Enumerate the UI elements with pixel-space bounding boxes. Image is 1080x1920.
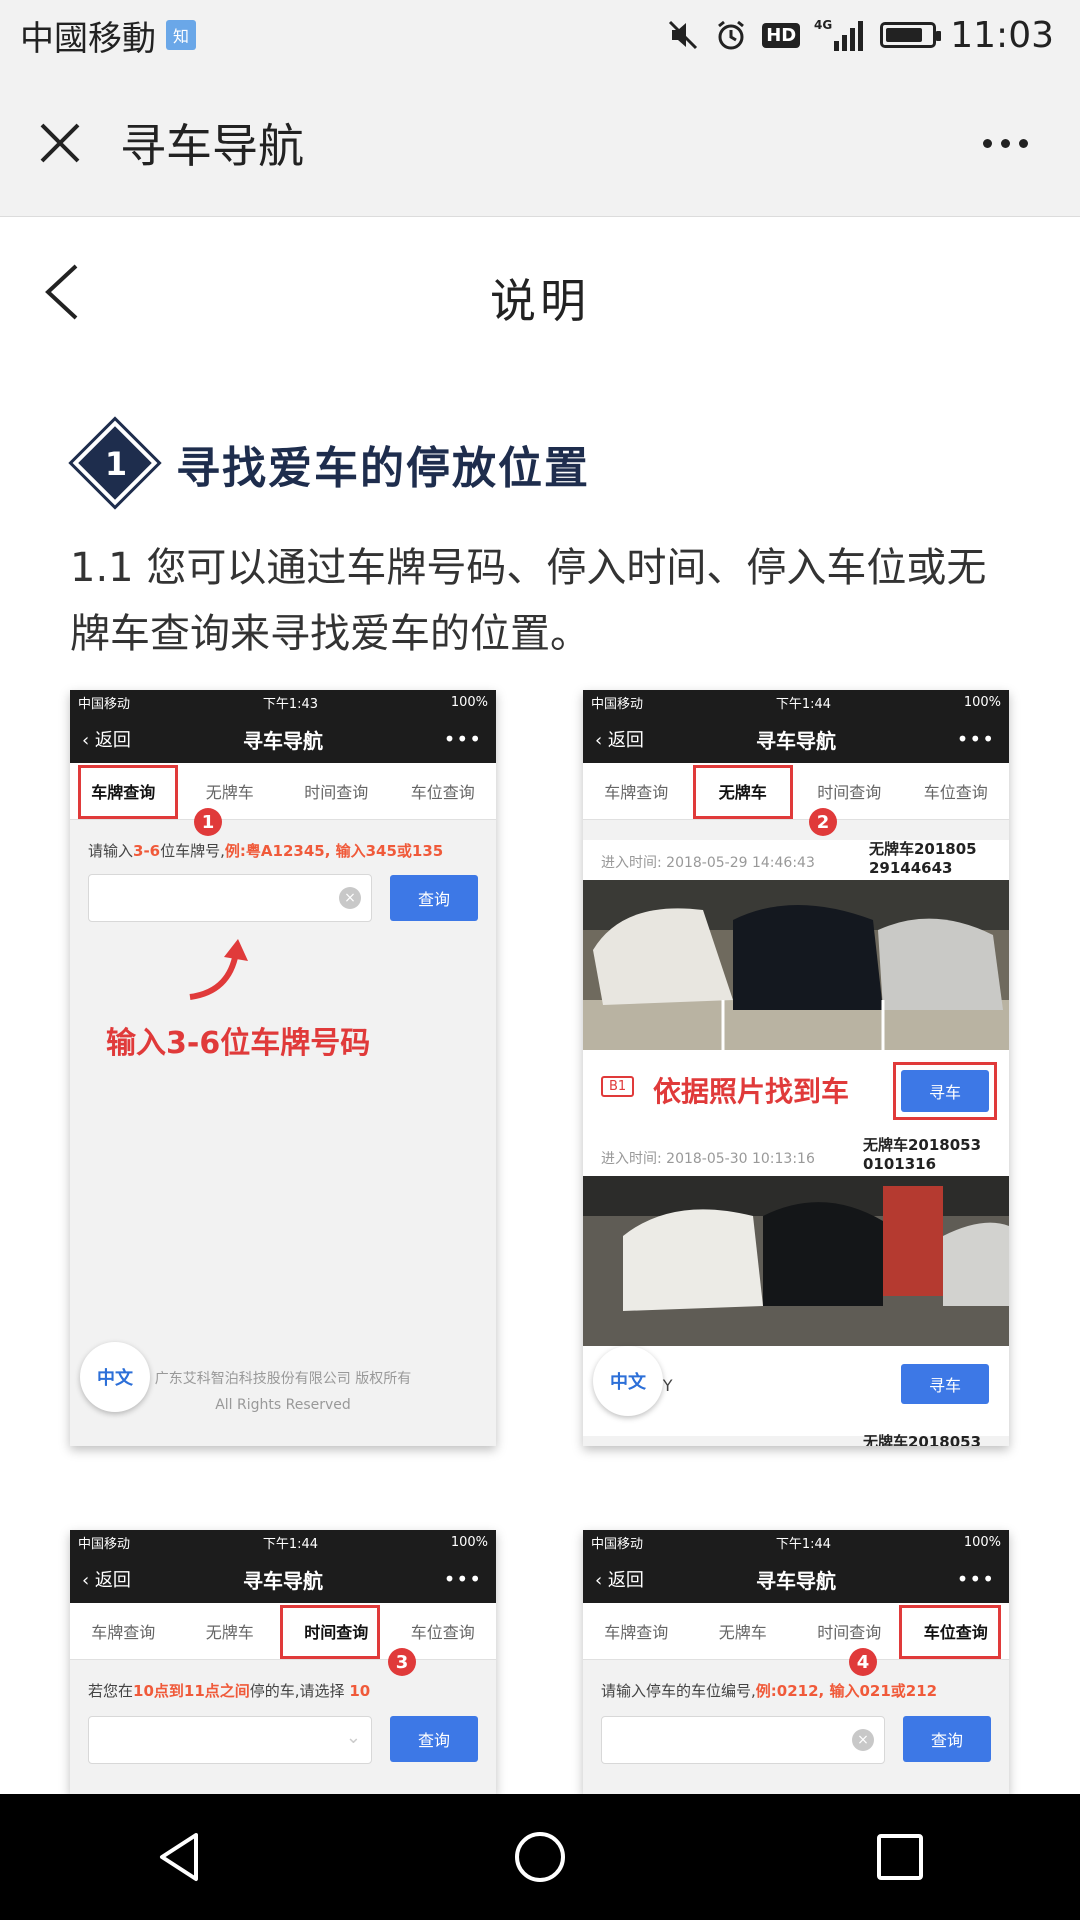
- page-title: 说明: [490, 274, 590, 328]
- mini-hint: 请输入停车的车位编号,例:0212, 输入021或212: [601, 1682, 938, 1700]
- highlight-box: [78, 765, 178, 819]
- mini-more-icon: •••: [443, 727, 482, 751]
- highlight-box: [893, 1062, 997, 1120]
- mute-icon: [669, 20, 698, 50]
- screenshot-time-search: 中国移动 下午1:44 100% ‹ 返回 寻车导航 ••• 车牌查询 无牌车 …: [70, 1530, 496, 1794]
- mini-tab-time: 时间查询: [304, 783, 369, 802]
- system-nav-bar: [0, 1794, 1080, 1920]
- network-type: 4G: [814, 18, 832, 32]
- clear-icon: ×: [339, 887, 361, 909]
- mini-title: 寻车导航: [243, 728, 323, 753]
- clear-icon: ×: [852, 1729, 874, 1751]
- step-badge: 4: [849, 1648, 877, 1676]
- language-bubble: 中文: [593, 1346, 663, 1416]
- mini-back: ‹ 返回: [82, 730, 131, 751]
- record-plate: 无牌车201805 29144643: [869, 840, 977, 877]
- mini-time-select: ⌄: [88, 1716, 372, 1764]
- mini-more-icon: •••: [956, 727, 995, 751]
- screenshot-plate-search: 中国移动 下午1:43 100% ‹ 返回 寻车导航 ••• 车牌查询 无牌车 …: [70, 690, 496, 1446]
- mini-search-button: 查询: [390, 875, 478, 921]
- alarm-icon: [718, 20, 745, 50]
- step-badge: 2: [809, 808, 837, 836]
- nav-back-button[interactable]: [120, 1794, 240, 1920]
- mini-tabs: 车牌查询 无牌车 时间查询 车位查询: [70, 763, 496, 820]
- highlight-box: [693, 765, 793, 819]
- close-icon: [40, 123, 80, 163]
- highlight-box: [280, 1605, 380, 1659]
- step-badge: 3: [388, 1648, 416, 1676]
- screenshot-space-search: 中国移动 下午1:44 100% ‹ 返回 寻车导航 ••• 车牌查询 无牌车 …: [583, 1530, 1009, 1794]
- mini-nav-bar: ‹ 返回 寻车导航 •••: [583, 715, 1009, 763]
- mini-hint: 请输入3-6位车牌号,例:粤A12345, 输入345或135: [88, 842, 444, 860]
- status-icons: HD 4G 11:03: [666, 15, 1054, 56]
- mini-search-button: 查询: [903, 1716, 991, 1762]
- record-plate-partial: 无牌车2018053: [863, 1433, 982, 1446]
- mini-space-input: ×: [601, 1716, 885, 1764]
- home-circle-icon: [515, 1832, 565, 1882]
- mini-more-icon: •••: [956, 1567, 995, 1591]
- webview-title: 寻车导航: [120, 119, 304, 173]
- mini-find-button: 寻车: [901, 1364, 989, 1404]
- mini-status-bar: 中国移动 下午1:43 100%: [70, 690, 496, 715]
- mini-tabs: 车牌查询 无牌车 时间查询 车位查询: [583, 763, 1009, 820]
- close-button[interactable]: [0, 70, 120, 216]
- signal-icon: 4G: [814, 18, 864, 51]
- carrier-name: 中國移動: [20, 18, 156, 59]
- arrow-annotation-icon: [189, 939, 248, 1000]
- more-menu-button[interactable]: [970, 120, 1040, 166]
- section-title: 寻找爱车的停放位置: [176, 443, 590, 494]
- recents-square-icon: [877, 1834, 923, 1880]
- back-triangle-icon: [160, 1833, 198, 1881]
- hd-badge: HD: [762, 22, 801, 48]
- notification-app-icon: 知: [166, 20, 196, 50]
- nav-home-button[interactable]: [480, 1794, 600, 1920]
- section-heading: 1 寻找爱车的停放位置: [68, 416, 590, 510]
- more-dot: [1018, 138, 1028, 148]
- battery-icon: [880, 22, 942, 48]
- mini-carrier: 中国移动: [78, 697, 131, 712]
- wechat-title-bar: 寻车导航: [0, 70, 1080, 217]
- section-number-badge: 1: [68, 416, 162, 510]
- screenshot-noplate-search: 中国移动 下午1:44 100% ‹ 返回 寻车导航 ••• 车牌查询 无牌车 …: [583, 690, 1009, 1446]
- carrier-info: 中國移動 知: [20, 11, 196, 60]
- step-badge: 1: [194, 808, 222, 836]
- mini-status-bar: 中国移动 下午1:44 100%: [583, 690, 1009, 715]
- mini-hint: 若您在10点到11点之间停的车,请选择 10: [88, 1682, 371, 1700]
- more-dot: [1000, 138, 1010, 148]
- page-header: 说明: [0, 217, 1080, 367]
- mini-search-button: 查询: [390, 1716, 478, 1762]
- section-paragraph: 1.1 您可以通过车牌号码、停入时间、停入车位或无牌车查询来寻找爱车的位置。: [70, 545, 987, 657]
- car-photo: [583, 1176, 1009, 1346]
- status-bar: 中國移動 知 HD 4G 11:03: [0, 0, 1080, 70]
- mini-battery: 100%: [450, 695, 488, 710]
- nav-recents-button[interactable]: [840, 1794, 960, 1920]
- record-time: 进入时间: 2018-05-29 14:46:43: [601, 855, 815, 871]
- level-badge: B1: [601, 1076, 635, 1097]
- copyright: 广东艾科智泊科技股份有限公司 版权所有 All Rights Reserved: [154, 1371, 412, 1413]
- clock: 11:03: [950, 14, 1054, 56]
- more-dot: [982, 138, 992, 148]
- highlight-box: [899, 1605, 1001, 1659]
- mini-time: 下午1:43: [262, 697, 319, 712]
- section-number: 1: [104, 445, 128, 483]
- mini-tab-space: 车位查询: [410, 783, 475, 802]
- mini-tab-noplate: 无牌车: [205, 783, 254, 802]
- mini-nav-bar: ‹ 返回 寻车导航 •••: [70, 715, 496, 763]
- mini-more-icon: •••: [443, 1567, 482, 1591]
- annotation-text: 输入3-6位车牌号码: [106, 1026, 371, 1061]
- mini-plate-input: ×: [88, 874, 372, 922]
- annotation-text: 依据照片找到车: [653, 1075, 850, 1108]
- car-photo: [583, 880, 1009, 1050]
- chevron-down-icon: ⌄: [345, 1727, 361, 1748]
